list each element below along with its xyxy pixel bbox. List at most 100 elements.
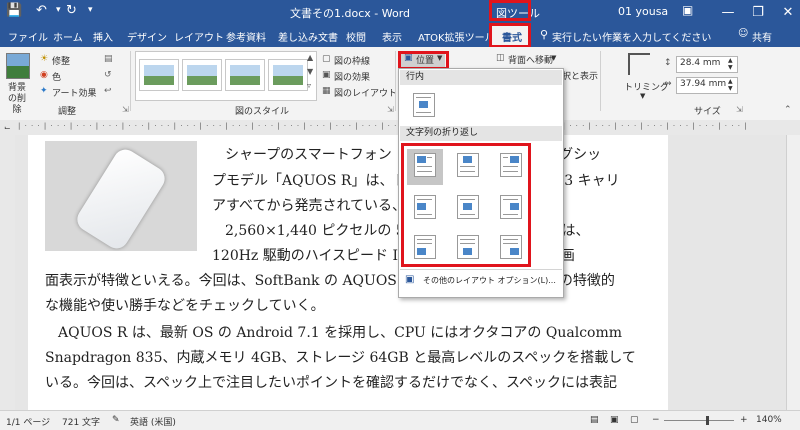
size-group-label: サイズ xyxy=(694,107,721,117)
highlight-wrap-options xyxy=(401,143,531,267)
picture-styles-group-label: 図のスタイル xyxy=(235,107,290,117)
artistic-effects-icon: ✦ xyxy=(40,86,48,96)
customize-qat-icon[interactable]: ▾ xyxy=(88,5,93,15)
tab-layout[interactable]: レイアウト xyxy=(174,29,224,44)
zoom-out-icon[interactable]: − xyxy=(652,415,660,425)
tab-home[interactable]: ホーム xyxy=(53,29,83,44)
color-button[interactable]: 色 xyxy=(52,70,61,83)
crop-dropdown-icon[interactable]: ▼ xyxy=(640,92,645,100)
size-dialog-launcher-icon[interactable]: ⇲ xyxy=(736,105,743,114)
crop-button[interactable]: トリミング xyxy=(624,80,669,93)
undo-icon[interactable]: ↶ xyxy=(36,3,47,18)
share-icon: ☺ xyxy=(738,28,749,39)
tell-me-box[interactable]: 実行したい作業を入力してください xyxy=(552,29,711,44)
wrap-section-header: 文字列の折り返し xyxy=(400,126,562,141)
adjust-group-label: 調整 xyxy=(58,107,77,117)
picture-layout-button[interactable]: 図のレイアウト xyxy=(334,86,397,99)
web-layout-icon[interactable]: ▢ xyxy=(630,415,639,425)
layout-options-icon: ▣ xyxy=(405,274,415,285)
send-backward-dropdown-icon[interactable]: ▼ xyxy=(551,54,556,62)
collapse-ribbon-icon[interactable]: ⌃ xyxy=(784,105,792,115)
zoom-level[interactable]: 140% xyxy=(756,415,782,425)
document-title: 文書その1.docx - Word xyxy=(290,7,411,20)
doc-line: AQUOS R は、最新 OS の Android 7.1 を採用し、CPU に… xyxy=(58,325,623,341)
picture-border-button[interactable]: 図の枠線 xyxy=(334,54,370,67)
inline-section-header: 行内 xyxy=(400,70,562,85)
separator xyxy=(130,51,131,111)
zoom-slider[interactable] xyxy=(664,420,734,421)
phone-image-shape xyxy=(72,145,170,251)
tab-mailings[interactable]: 差し込み文書 xyxy=(278,29,338,44)
read-mode-icon[interactable]: ▤ xyxy=(590,415,599,425)
width-input[interactable]: 37.94 mm ▲ ▼ xyxy=(676,77,738,94)
share-button[interactable]: 共有 xyxy=(752,29,772,44)
language[interactable]: 英語 (米国) xyxy=(130,415,176,428)
reset-picture-icon[interactable]: ↩ xyxy=(104,86,112,96)
tab-review[interactable]: 校閲 xyxy=(346,29,366,44)
close-button[interactable]: ✕ xyxy=(770,0,800,25)
corrections-button[interactable]: 修整 xyxy=(52,54,70,67)
picture-style-2[interactable] xyxy=(182,59,222,91)
tab-file[interactable]: ファイル xyxy=(8,29,48,44)
tab-selector-icon[interactable]: ⌙ xyxy=(4,123,11,132)
highlight-picture-tools xyxy=(489,0,531,21)
user-name[interactable]: 01 yousa xyxy=(618,5,668,18)
picture-style-3[interactable] xyxy=(225,59,265,91)
remove-background-icon[interactable] xyxy=(6,53,30,79)
inline-with-text-option[interactable] xyxy=(413,93,435,117)
menu-divider xyxy=(400,269,562,270)
corrections-icon: ☀ xyxy=(40,54,49,64)
ribbon-display-options-icon[interactable]: ▣ xyxy=(682,3,693,17)
height-spinner-icon[interactable]: ▲ ▼ xyxy=(728,57,733,71)
crop-icon[interactable] xyxy=(628,53,650,75)
phone-photo[interactable] xyxy=(45,141,197,251)
adjust-dialog-launcher-icon[interactable]: ⇲ xyxy=(122,105,129,114)
tab-insert[interactable]: 挿入 xyxy=(93,29,113,44)
status-bar: 1/1 ページ 721 文字 ✎ 英語 (米国) ▤ ▣ ▢ − + 140% xyxy=(0,410,800,430)
picture-style-1[interactable] xyxy=(139,59,179,91)
zoom-in-icon[interactable]: + xyxy=(740,415,748,425)
send-backward-icon: ◫ xyxy=(496,53,505,63)
gallery-up-icon[interactable]: ▲ xyxy=(307,53,313,62)
tab-atok[interactable]: ATOK拡張ツール xyxy=(418,29,495,44)
ruler-ticks: | · · · | · · · | · · · | · · · | · · · … xyxy=(18,122,748,130)
gallery-down-icon[interactable]: ▼ xyxy=(307,67,313,76)
tab-design[interactable]: デザイン xyxy=(127,29,167,44)
compress-pictures-icon[interactable]: ▤ xyxy=(104,54,113,64)
print-layout-icon[interactable]: ▣ xyxy=(610,415,619,425)
change-picture-icon[interactable]: ↺ xyxy=(104,70,112,80)
width-icon: ↔ xyxy=(664,79,672,89)
tab-references[interactable]: 参考資料 xyxy=(226,29,266,44)
remove-background-button[interactable]: 背景の削除 xyxy=(4,83,30,116)
picture-effects-button[interactable]: 図の効果 xyxy=(334,70,370,83)
redo-icon[interactable]: ↻ xyxy=(66,3,77,18)
proofing-icon[interactable]: ✎ xyxy=(112,415,120,425)
height-input[interactable]: 28.4 mm ▲ ▼ xyxy=(676,56,738,73)
tab-view[interactable]: 表示 xyxy=(382,29,402,44)
undo-dropdown-icon[interactable]: ▾ xyxy=(56,5,61,15)
vertical-ruler[interactable] xyxy=(0,135,16,410)
lightbulb-icon: ⚲ xyxy=(540,28,549,41)
ribbon-tabs: ファイル ホーム 挿入 デザイン レイアウト 参考資料 差し込み文書 校閲 表示… xyxy=(0,25,800,47)
highlight-format-tab xyxy=(489,23,531,48)
gallery-more-icon[interactable]: ▿ xyxy=(307,81,311,90)
more-layout-options-item[interactable]: その他のレイアウト オプション(L)... xyxy=(423,275,556,286)
title-bar: 💾 ↶ ▾ ↻ ▾ 文書その1.docx - Word 図ツール 01 yous… xyxy=(0,0,800,25)
send-backward-button[interactable]: 背面へ移動 xyxy=(508,53,553,66)
color-icon: ◉ xyxy=(40,70,48,80)
width-value: 37.94 mm xyxy=(680,79,727,89)
selection-pane-button[interactable]: 択と表示 xyxy=(562,69,598,82)
doc-line: いる。今回は、スペック上で注目したいポイントを確認するだけでなく、スペックには表… xyxy=(45,375,618,391)
styles-dialog-launcher-icon[interactable]: ⇲ xyxy=(387,105,394,114)
picture-style-4[interactable] xyxy=(268,59,308,91)
zoom-slider-thumb[interactable] xyxy=(706,416,709,425)
picture-layout-icon: ▦ xyxy=(322,86,331,96)
width-spinner-icon[interactable]: ▲ ▼ xyxy=(728,78,733,92)
doc-line: Snapdragon 835、内蔵メモリ 4GB、ストレージ 64GB と最高レ… xyxy=(45,350,636,366)
artistic-effects-button[interactable]: アート効果 xyxy=(52,86,96,99)
word-count[interactable]: 721 文字 xyxy=(62,415,100,428)
save-icon[interactable]: 💾 xyxy=(6,3,22,18)
height-icon: ↕ xyxy=(664,58,672,68)
page-count[interactable]: 1/1 ページ xyxy=(6,415,50,428)
vertical-scrollbar[interactable] xyxy=(786,135,800,410)
